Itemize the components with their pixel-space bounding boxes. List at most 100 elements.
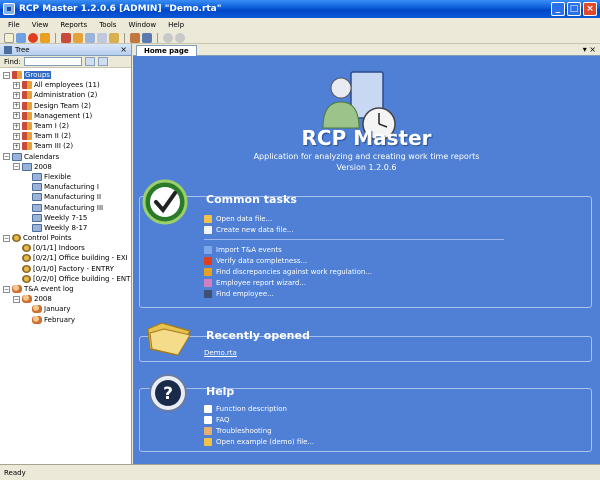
forward-icon[interactable] [175, 32, 185, 43]
tree-node-label: [0/2/1] Office building - EXI [33, 254, 128, 263]
tree-node[interactable]: Manufacturing III [0, 202, 131, 212]
tree-node[interactable]: + Team II (2) [0, 131, 131, 141]
back-icon[interactable] [163, 32, 173, 43]
status-text: Ready [4, 468, 26, 477]
troubleshoot-icon [204, 426, 212, 435]
expand-icon[interactable]: + [13, 91, 20, 99]
collapse-icon[interactable]: − [13, 295, 20, 303]
folder-icon [147, 322, 191, 356]
expand-icon[interactable]: + [13, 132, 20, 140]
tree-node[interactable]: + All employees (11) [0, 80, 131, 90]
app-title: RCP Master [301, 126, 432, 150]
home-icon[interactable] [130, 32, 140, 43]
import-icon[interactable] [16, 32, 26, 43]
tree-node[interactable]: − 2008 [0, 162, 131, 172]
task-link[interactable]: Open example (demo) file... [204, 436, 314, 447]
calendar-icon [32, 183, 42, 192]
new-file-icon[interactable] [4, 32, 14, 43]
menu-window[interactable]: Window [128, 21, 156, 29]
expand-icon[interactable]: + [13, 122, 20, 130]
find-options-icon[interactable] [97, 57, 108, 66]
tree-node[interactable]: Weekly 8-17 [0, 223, 131, 233]
collapse-icon[interactable]: − [3, 234, 10, 242]
recent-file-link[interactable]: Demo.rta [204, 347, 237, 358]
tree-node[interactable]: − Control Points [0, 233, 131, 243]
menu-view[interactable]: View [32, 21, 49, 29]
task-link[interactable]: Find discrepancies against work regulati… [204, 266, 504, 277]
task-link[interactable]: Troubleshooting [204, 425, 314, 436]
menu-file[interactable]: File [8, 21, 20, 29]
tree-node[interactable]: − T&A event log [0, 284, 131, 294]
tree-node-label: Calendars [24, 152, 60, 161]
verify-icon[interactable] [28, 32, 38, 43]
warning-icon[interactable] [40, 32, 50, 43]
tab-bar: Home page ▾ × [133, 44, 600, 56]
tab-controls[interactable]: ▾ × [583, 45, 596, 54]
calendar-icon [32, 203, 42, 212]
expand-icon[interactable]: + [13, 142, 20, 150]
minimize-button[interactable]: _ [551, 2, 565, 16]
tree-node[interactable]: + Team III (2) [0, 141, 131, 151]
svg-text:?: ? [163, 384, 173, 404]
find-employee-icon[interactable] [84, 57, 95, 66]
group-icon [12, 71, 22, 80]
collapse-icon[interactable]: − [3, 153, 10, 161]
options-icon[interactable] [142, 32, 152, 43]
tab-home-page[interactable]: Home page [136, 45, 197, 56]
tree-node[interactable]: − Calendars [0, 152, 131, 162]
help-section: ? Help Function description FAQ Troublesho… [139, 374, 592, 452]
expand-icon[interactable]: + [13, 81, 20, 89]
tree-node[interactable]: − 2008 [0, 294, 131, 304]
tree-node[interactable]: − Groups [0, 70, 131, 80]
task-link[interactable]: FAQ [204, 414, 314, 425]
task-link[interactable]: Find employee... [204, 288, 504, 299]
task-link-label: Import T&A events [216, 245, 282, 254]
tree-node[interactable]: [0/2/0] Office building - ENT [0, 274, 131, 284]
tree-node[interactable]: January [0, 304, 131, 314]
task-link[interactable]: Create new data file... [204, 224, 504, 235]
employee-icon[interactable] [73, 32, 83, 43]
expand-icon[interactable]: + [13, 102, 20, 110]
close-panel-icon[interactable]: × [120, 45, 127, 54]
tree-node[interactable]: Manufacturing I [0, 182, 131, 192]
tree-node[interactable]: + Team I (2) [0, 121, 131, 131]
menu-help[interactable]: Help [168, 21, 184, 29]
collapse-icon[interactable]: − [3, 71, 10, 79]
tree-node[interactable]: [0/2/1] Office building - EXI [0, 253, 131, 263]
tree-node[interactable]: + Management (1) [0, 111, 131, 121]
task-link[interactable]: Employee report wizard... [204, 277, 504, 288]
tree-node[interactable]: [0/1/0] Factory - ENTRY [0, 264, 131, 274]
task-link[interactable]: Function description [204, 403, 314, 414]
expand-icon[interactable]: + [13, 112, 20, 120]
import-icon [204, 245, 212, 254]
group-icon [22, 142, 32, 151]
control-point-icon [22, 244, 31, 253]
collapse-icon[interactable]: − [3, 285, 10, 293]
tree-node[interactable]: February [0, 315, 131, 325]
tree-node[interactable]: Weekly 7-15 [0, 213, 131, 223]
tree-icon [4, 45, 12, 54]
group-icon[interactable] [61, 32, 71, 43]
task-link[interactable]: Verify data completness... [204, 255, 504, 266]
discrepancy-icon [204, 267, 212, 276]
event-log-icon[interactable] [109, 32, 119, 43]
menu-reports[interactable]: Reports [60, 21, 87, 29]
report-icon[interactable] [97, 32, 107, 43]
tree-node[interactable]: Flexible [0, 172, 131, 182]
maximize-button[interactable]: □ [567, 2, 581, 16]
menu-tools[interactable]: Tools [99, 21, 116, 29]
tree-node[interactable]: + Design Team (2) [0, 101, 131, 111]
recently-opened-title: Recently opened [206, 329, 310, 342]
find-input[interactable] [23, 57, 82, 66]
collapse-icon[interactable]: − [13, 163, 20, 171]
task-link[interactable]: Import T&A events [204, 244, 504, 255]
tree-node-label: January [44, 305, 71, 314]
tree-node[interactable]: + Administration (2) [0, 90, 131, 100]
tree-node[interactable]: [0/1/1] Indoors [0, 243, 131, 253]
calendar-icon[interactable] [85, 32, 95, 43]
task-link[interactable]: Open data file... [204, 213, 504, 224]
close-button[interactable]: × [583, 2, 597, 16]
tree-node[interactable]: Manufacturing II [0, 192, 131, 202]
tree-view[interactable]: − Groups + All employees (11) + Administratio… [0, 68, 131, 325]
event-log-icon [32, 315, 42, 324]
